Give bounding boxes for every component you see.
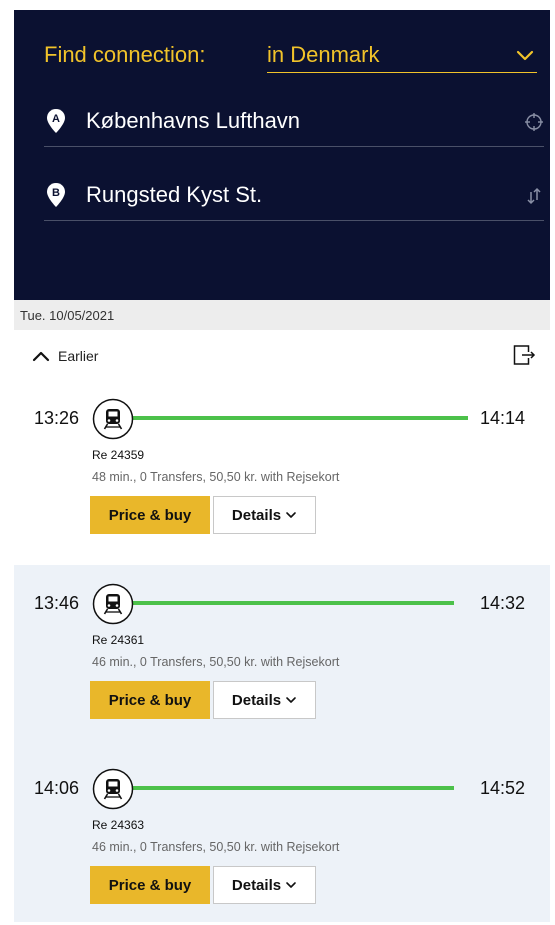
earlier-button[interactable]: Earlier: [32, 346, 98, 366]
pin-b-icon: B: [47, 183, 65, 207]
arrival-time: 14:52: [480, 778, 526, 798]
crosshair-icon[interactable]: [524, 112, 544, 132]
train-number: Re 24361: [92, 633, 145, 647]
travel-date: Tue. 10/05/2021: [20, 308, 115, 323]
trip-details: 46 min., 0 Transfers, 50,50 kr. with Rej…: [92, 840, 340, 854]
departure-time: 14:06: [34, 778, 80, 798]
pin-a-letter: A: [52, 113, 60, 125]
arrival-time: 14:14: [480, 408, 526, 428]
chevron-down-icon: [286, 512, 296, 518]
departure-time: 13:46: [34, 593, 80, 613]
departure-time: 13:26: [34, 408, 80, 428]
trip-details: 46 min., 0 Transfers, 50,50 kr. with Rej…: [92, 655, 340, 669]
swap-icon[interactable]: [524, 186, 544, 206]
search-panel: Find connection: in Denmark A Københavns…: [14, 10, 550, 300]
details-button[interactable]: Details: [213, 496, 316, 534]
train-number: Re 24359: [92, 448, 145, 462]
from-divider: [44, 146, 544, 147]
trip-details: 48 min., 0 Transfers, 50,50 kr. with Rej…: [92, 470, 340, 484]
connection-row[interactable]: 14:06 14:52 Re 24363 46 min., 0 Transfer…: [14, 750, 550, 922]
route-line: [132, 416, 468, 420]
train-number: Re 24363: [92, 818, 145, 832]
connection-row[interactable]: 13:46 14:32 Re 24361 46 min., 0 Transfer…: [14, 565, 550, 750]
arrival-time: 14:32: [480, 593, 526, 613]
chevron-down-icon: [286, 882, 296, 888]
price-buy-button[interactable]: Price & buy: [90, 681, 210, 719]
train-icon: [92, 398, 134, 440]
chevron-down-icon[interactable]: [514, 44, 536, 66]
details-label: Details: [231, 506, 282, 524]
pin-b-letter: B: [52, 187, 60, 199]
page: Find connection: in Denmark A Københavns…: [14, 10, 550, 922]
pin-a-icon: A: [47, 109, 65, 133]
details-button[interactable]: Details: [213, 866, 316, 904]
export-icon[interactable]: [513, 344, 537, 366]
date-bar: Tue. 10/05/2021: [14, 300, 550, 330]
details-label: Details: [231, 691, 282, 709]
to-field[interactable]: B Rungsted Kyst St.: [44, 176, 544, 221]
from-station[interactable]: Københavns Lufthavn: [86, 108, 300, 134]
route-line: [132, 786, 454, 790]
country-underline: [267, 72, 537, 73]
find-connection-row[interactable]: Find connection: in Denmark: [44, 40, 537, 74]
chevron-down-icon: [286, 697, 296, 703]
earlier-label: Earlier: [58, 348, 99, 364]
train-icon: [92, 583, 134, 625]
earlier-row: Earlier: [14, 340, 550, 368]
price-buy-button[interactable]: Price & buy: [90, 866, 210, 904]
price-buy-button[interactable]: Price & buy: [90, 496, 210, 534]
from-field[interactable]: A Københavns Lufthavn: [44, 102, 544, 147]
find-connection-label: Find connection:: [44, 42, 206, 67]
details-label: Details: [231, 876, 282, 894]
country-selector[interactable]: in Denmark: [267, 42, 379, 68]
to-divider: [44, 220, 544, 221]
to-station[interactable]: Rungsted Kyst St.: [86, 182, 262, 208]
connection-row[interactable]: 13:26 14:14 Re 24359 48 min., 0 Transfer…: [14, 380, 550, 565]
details-button[interactable]: Details: [213, 681, 316, 719]
route-line: [132, 601, 454, 605]
train-icon: [92, 768, 134, 810]
chevron-up-icon: [32, 351, 50, 362]
